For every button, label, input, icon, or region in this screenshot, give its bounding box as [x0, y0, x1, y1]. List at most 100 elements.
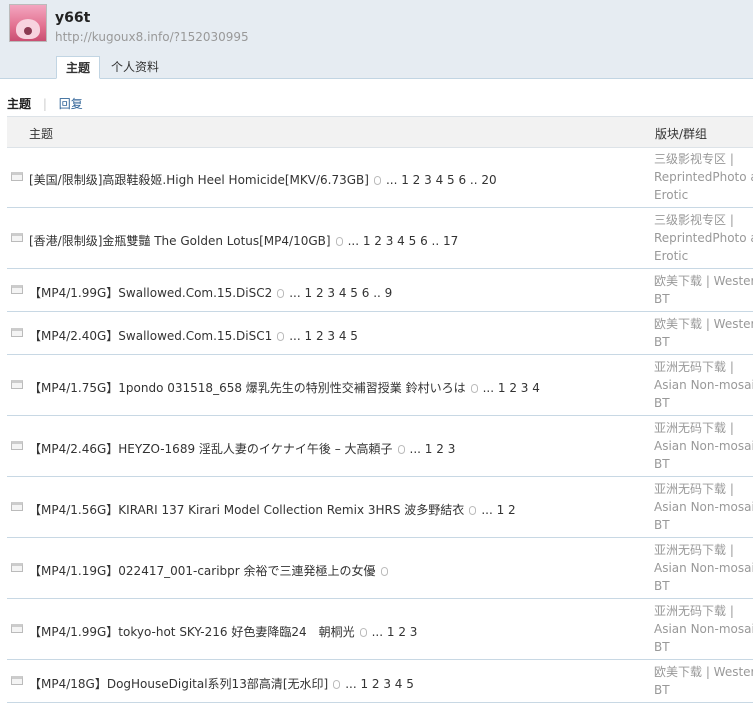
forum-name-line[interactable]: ReprintedPhoto and	[654, 168, 753, 186]
forum-name-line[interactable]: 亚洲无码下载 |	[654, 419, 753, 437]
forum-name-line[interactable]: BT	[654, 290, 753, 308]
topic-title[interactable]: 【MP4/2.40G】Swallowed.Com.15.DiSC1 ... 1 2…	[29, 327, 358, 344]
folder-icon	[11, 328, 23, 337]
page-links[interactable]: ... 1 2 3	[410, 442, 456, 456]
attachment-icon	[397, 445, 405, 454]
table-row: 【MP4/2.46G】HEYZO-1689 淫乱人妻のイケナイ午後 – 大高頼子…	[7, 416, 753, 477]
attachment-icon	[359, 628, 367, 637]
folder-icon	[11, 172, 23, 181]
header-topic: 主题	[29, 127, 54, 141]
forum-link[interactable]: 欧美下载 | Western BT	[654, 272, 753, 308]
forum-link[interactable]: 三级影视专区 |ReprintedPhoto andErotic	[654, 211, 753, 265]
topic-title-text[interactable]: 【MP4/1.19G】022417_001-caribpr 余裕で三連発極上の女…	[29, 564, 376, 578]
forum-name-line[interactable]: Erotic	[654, 186, 753, 204]
table-row: 【MP4/1.75G】1pondo 031518_658 爆乳先生の特別性交補習…	[7, 355, 753, 416]
page-links[interactable]: ... 1 2 3 4 5 6 .. 9	[289, 286, 392, 300]
forum-name-line[interactable]: 亚洲无码下载 |	[654, 480, 753, 498]
folder-icon	[11, 624, 23, 633]
folder-icon	[11, 676, 23, 685]
topic-title[interactable]: 【MP4/1.99G】Swallowed.Com.15.DiSC2 ... 1 2…	[29, 284, 392, 301]
folder-icon	[11, 380, 23, 389]
forum-name-line[interactable]: 欧美下载 | Western	[654, 272, 753, 290]
forum-name-line[interactable]: BT	[654, 638, 753, 656]
topic-title-text[interactable]: 【MP4/18G】DogHouseDigital系列13部高清[无水印]	[29, 677, 328, 691]
topic-title[interactable]: 【MP4/1.75G】1pondo 031518_658 爆乳先生の特別性交補習…	[29, 379, 540, 396]
topic-title-text[interactable]: [美国/限制级]高跟鞋殺姬.High Heel Homicide[MKV/6.7…	[29, 173, 369, 187]
forum-name-line[interactable]: BT	[654, 394, 753, 412]
forum-name-line[interactable]: BT	[654, 333, 753, 351]
forum-name-line[interactable]: BT	[654, 681, 753, 699]
folder-icon	[11, 233, 23, 242]
forum-link[interactable]: 亚洲无码下载 | Asian Non-mosaic BT	[654, 419, 753, 473]
attachment-icon	[277, 289, 285, 298]
topic-title[interactable]: 【MP4/1.56G】KIRARI 137 Kirari Model Colle…	[29, 501, 516, 518]
table-row: [美国/限制级]高跟鞋殺姬.High Heel Homicide[MKV/6.7…	[7, 147, 753, 208]
forum-name-line[interactable]: 亚洲无码下载 |	[654, 358, 753, 376]
user-url[interactable]: http://kugoux8.info/?152030995	[55, 30, 249, 44]
forum-name-line[interactable]: Asian Non-mosaic	[654, 559, 753, 577]
forum-name-line[interactable]: ReprintedPhoto and	[654, 229, 753, 247]
folder-icon	[11, 285, 23, 294]
page-links[interactable]: ... 1 2 3 4	[483, 381, 540, 395]
forum-name-line[interactable]: Asian Non-mosaic	[654, 620, 753, 638]
page-links[interactable]: ... 1 2 3	[372, 625, 418, 639]
forum-link[interactable]: 三级影视专区 |ReprintedPhoto andErotic	[654, 150, 753, 204]
forum-name-line[interactable]: 三级影视专区 |	[654, 150, 753, 168]
forum-name-line[interactable]: 亚洲无码下载 |	[654, 602, 753, 620]
forum-name-line[interactable]: Erotic	[654, 247, 753, 265]
table-row: [香港/限制级]金瓶雙豔 The Golden Lotus[MP4/10GB].…	[7, 208, 753, 269]
topic-title-text[interactable]: 【MP4/1.56G】KIRARI 137 Kirari Model Colle…	[29, 503, 464, 517]
topic-title[interactable]: 【MP4/1.99G】tokyo-hot SKY-216 好色妻降臨24 朝桐光…	[29, 623, 417, 640]
table-header: 主题 版块/群组	[7, 116, 753, 148]
topic-title-text[interactable]: [香港/限制级]金瓶雙豔 The Golden Lotus[MP4/10GB]	[29, 234, 331, 248]
forum-name-line[interactable]: 亚洲无码下载 |	[654, 541, 753, 559]
topic-title[interactable]: [美国/限制级]高跟鞋殺姬.High Heel Homicide[MKV/6.7…	[29, 171, 497, 188]
topic-title-text[interactable]: 【MP4/1.99G】tokyo-hot SKY-216 好色妻降臨24 朝桐光	[29, 625, 355, 639]
folder-icon	[11, 563, 23, 572]
forum-name-line[interactable]: Asian Non-mosaic	[654, 376, 753, 394]
topic-title[interactable]: [香港/限制级]金瓶雙豔 The Golden Lotus[MP4/10GB].…	[29, 232, 458, 249]
forum-link[interactable]: 欧美下载 | Western BT	[654, 663, 753, 699]
table-row: 【MP4/1.99G】tokyo-hot SKY-216 好色妻降臨24 朝桐光…	[7, 599, 753, 660]
forum-name-line[interactable]: Asian Non-mosaic	[654, 437, 753, 455]
forum-name-line[interactable]: 欧美下载 | Western	[654, 663, 753, 681]
forum-name-line[interactable]: Asian Non-mosaic	[654, 498, 753, 516]
topic-title-text[interactable]: 【MP4/2.46G】HEYZO-1689 淫乱人妻のイケナイ午後 – 大高頼子	[29, 442, 393, 456]
forum-name-line[interactable]: BT	[654, 577, 753, 595]
forum-name-line[interactable]: 欧美下载 | Western	[654, 315, 753, 333]
subnav-separator: |	[42, 97, 47, 111]
attachment-icon	[469, 506, 477, 515]
page-links[interactable]: ... 1 2 3 4 5	[289, 329, 358, 343]
page-links[interactable]: ... 1 2 3 4 5	[345, 677, 414, 691]
table-row: 【MP4/2.40G】Swallowed.Com.15.DiSC1 ... 1 2…	[7, 312, 753, 355]
topic-title-text[interactable]: 【MP4/2.40G】Swallowed.Com.15.DiSC1	[29, 329, 272, 343]
forum-name-line[interactable]: BT	[654, 516, 753, 534]
folder-icon	[11, 441, 23, 450]
page-links[interactable]: ... 1 2 3 4 5 6 .. 20	[386, 173, 497, 187]
forum-link[interactable]: 亚洲无码下载 | Asian Non-mosaic BT	[654, 541, 753, 595]
sub-navigation: 主题 | 回复	[7, 95, 83, 112]
forum-name-line[interactable]: 三级影视专区 |	[654, 211, 753, 229]
tab-topics[interactable]: 主题	[56, 56, 101, 79]
topic-title-text[interactable]: 【MP4/1.99G】Swallowed.Com.15.DiSC2	[29, 286, 272, 300]
table-row: 【MP4/18G】DogHouseDigital系列13部高清[无水印] ... …	[7, 660, 753, 703]
forum-link[interactable]: 亚洲无码下载 | Asian Non-mosaic BT	[654, 358, 753, 412]
attachment-icon	[380, 567, 388, 576]
subnav-replies-link[interactable]: 回复	[59, 97, 83, 111]
page-links[interactable]: ... 1 2	[481, 503, 515, 517]
attachment-icon	[373, 176, 381, 185]
forum-name-line[interactable]: BT	[654, 455, 753, 473]
page-links[interactable]: ... 1 2 3 4 5 6 .. 17	[348, 234, 459, 248]
forum-link[interactable]: 亚洲无码下载 | Asian Non-mosaic BT	[654, 480, 753, 534]
tab-profile[interactable]: 个人资料	[102, 56, 168, 78]
topic-title[interactable]: 【MP4/2.46G】HEYZO-1689 淫乱人妻のイケナイ午後 – 大高頼子…	[29, 440, 455, 457]
topic-title[interactable]: 【MP4/18G】DogHouseDigital系列13部高清[无水印] ... …	[29, 675, 414, 692]
topic-title-text[interactable]: 【MP4/1.75G】1pondo 031518_658 爆乳先生の特別性交補習…	[29, 381, 466, 395]
table-row: 【MP4/1.99G】Swallowed.Com.15.DiSC2 ... 1 2…	[7, 269, 753, 312]
forum-link[interactable]: 亚洲无码下载 | Asian Non-mosaic BT	[654, 602, 753, 656]
forum-link[interactable]: 欧美下载 | Western BT	[654, 315, 753, 351]
avatar[interactable]	[9, 4, 47, 42]
username[interactable]: y66t	[55, 10, 90, 26]
avatar-detail	[24, 27, 32, 35]
topic-title[interactable]: 【MP4/1.19G】022417_001-caribpr 余裕で三連発極上の女…	[29, 562, 391, 579]
